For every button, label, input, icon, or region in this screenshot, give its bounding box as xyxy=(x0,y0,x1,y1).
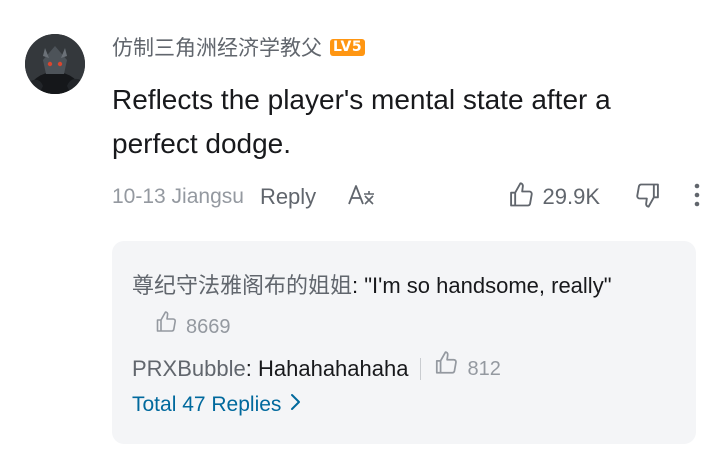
total-replies-link[interactable]: Total 47 Replies xyxy=(132,393,301,417)
username[interactable]: 仿制三角洲经济学教父 xyxy=(112,32,322,62)
level-badge: LV5 xyxy=(330,38,366,56)
avatar[interactable] xyxy=(25,34,85,94)
reply-author[interactable]: PRXBubble xyxy=(132,349,246,389)
reply-separator: : xyxy=(352,273,365,298)
reply-item[interactable]: 尊纪守法雅阁布的姐姐: "I'm so handsome, really" 86… xyxy=(132,266,632,347)
reply-like-button[interactable]: 8669 xyxy=(154,307,231,347)
reply-text: Hahahahahaha xyxy=(257,356,409,381)
username-row: 仿制三角洲经济学教父 LV5 xyxy=(112,32,366,62)
comment-meta-row: 10-13 Jiangsu Reply 29.9K xyxy=(112,180,700,214)
thumbs-up-icon xyxy=(154,307,178,347)
reply-like-count: 8669 xyxy=(186,316,231,339)
reply-like-count: 812 xyxy=(467,358,501,380)
total-replies-label: Total 47 Replies xyxy=(132,393,282,416)
reply-like-button[interactable]: 812 xyxy=(433,349,501,389)
replies-panel[interactable]: 尊纪守法雅阁布的姐姐: "I'm so handsome, really" 86… xyxy=(112,241,696,444)
thumbs-up-icon xyxy=(433,349,459,389)
reply-separator: : xyxy=(245,356,258,381)
divider xyxy=(420,358,422,380)
comment-time-location: 10-13 Jiangsu xyxy=(112,185,244,208)
thumbs-up-icon xyxy=(507,181,535,214)
like-count: 29.9K xyxy=(542,184,601,209)
comment-text: Reflects the player's mental state after… xyxy=(112,84,611,159)
translate-button[interactable] xyxy=(348,184,376,211)
more-vertical-icon xyxy=(694,183,700,212)
translate-icon xyxy=(348,184,376,211)
chevron-right-icon xyxy=(289,393,301,417)
reply-button[interactable]: Reply xyxy=(260,184,316,210)
thumbs-down-icon xyxy=(634,181,662,214)
dislike-button[interactable] xyxy=(634,181,662,214)
reply-author[interactable]: 尊纪守法雅阁布的姐姐 xyxy=(132,273,352,298)
like-button[interactable]: 29.9K xyxy=(507,181,601,214)
reply-text: "I'm so handsome, really" xyxy=(364,273,612,298)
more-options-button[interactable] xyxy=(694,183,700,212)
reply-item[interactable]: PRXBubble: Hahahahahaha 812 xyxy=(132,349,501,389)
